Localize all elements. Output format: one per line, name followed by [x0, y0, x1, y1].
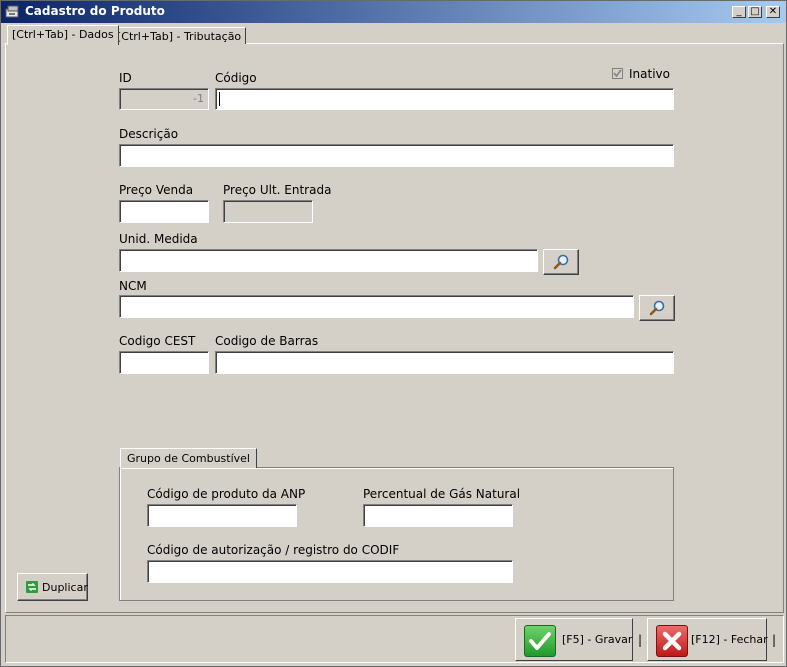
preco-ult-entrada-field: [223, 200, 313, 223]
title-bar[interactable]: Cadastro do Produto _ □ ✕: [1, 1, 786, 23]
combustivel-tab[interactable]: Grupo de Combustível: [120, 448, 257, 468]
window-title: Cadastro do Produto: [25, 4, 165, 18]
codif-input[interactable]: [147, 560, 513, 583]
codif-label: Código de autorização / registro do CODI…: [147, 543, 400, 557]
gravar-label: [F5] - Gravar: [562, 633, 633, 646]
descricao-label: Descrição: [119, 127, 179, 141]
id-field: -1: [119, 88, 209, 110]
inativo-label: Inativo: [629, 67, 670, 81]
descricao-input[interactable]: [119, 144, 674, 167]
tab-tributacao-label: [Ctrl+Tab] - Tributação: [117, 30, 242, 43]
preco-ult-entrada-label: Preço Ult. Entrada: [223, 183, 332, 197]
gas-natural-input[interactable]: [363, 504, 513, 527]
codigo-barras-label: Codigo de Barras: [215, 334, 319, 348]
inativo-checkbox[interactable]: [612, 68, 623, 79]
checkmark-icon: [524, 625, 556, 657]
product-window: Cadastro do Produto _ □ ✕ [Ctrl+Tab] - D…: [0, 0, 787, 667]
separator: |: [772, 633, 777, 647]
duplicate-icon: [26, 581, 38, 593]
close-button[interactable]: ✕: [766, 6, 780, 18]
gas-natural-label: Percentual de Gás Natural: [363, 487, 521, 501]
fechar-button[interactable]: [F12] - Fechar: [647, 618, 768, 661]
magnifier-icon: [553, 254, 569, 270]
minimize-icon: _: [736, 6, 742, 17]
id-value: -1: [193, 92, 204, 105]
preco-venda-input[interactable]: [119, 200, 209, 223]
unid-medida-search-button[interactable]: [543, 249, 579, 275]
codigo-barras-input[interactable]: [215, 351, 674, 374]
gravar-button[interactable]: [F5] - Gravar: [515, 618, 633, 661]
separator: |: [638, 633, 643, 647]
preco-venda-label: Preço Venda: [119, 183, 194, 197]
ncm-search-button[interactable]: [639, 295, 675, 321]
combustivel-tab-label: Grupo de Combustível: [127, 452, 250, 465]
text-cursor: [219, 92, 220, 106]
codigo-cest-input[interactable]: [119, 351, 209, 374]
codigo-cest-label: Codigo CEST: [119, 334, 196, 348]
maximize-button[interactable]: □: [748, 6, 762, 18]
ncm-label: NCM: [119, 279, 147, 293]
tab-tributacao[interactable]: [Ctrl+Tab] - Tributação: [112, 27, 247, 44]
fechar-label: [F12] - Fechar: [691, 633, 768, 646]
duplicar-button[interactable]: Duplicar: [17, 573, 88, 601]
tab-dados[interactable]: [Ctrl+Tab] - Dados: [7, 25, 119, 45]
duplicar-label: Duplicar: [42, 581, 88, 594]
x-mark-icon: [656, 625, 688, 657]
tab-dados-label: [Ctrl+Tab] - Dados: [12, 28, 114, 41]
ncm-input[interactable]: [119, 295, 634, 318]
minimize-button[interactable]: _: [732, 6, 746, 18]
anp-label: Código de produto da ANP: [147, 487, 306, 501]
magnifier-icon: [649, 300, 665, 316]
id-label: ID: [119, 71, 132, 85]
unid-medida-label: Unid. Medida: [119, 232, 198, 246]
anp-input[interactable]: [147, 504, 297, 527]
maximize-icon: □: [750, 6, 760, 17]
unid-medida-input[interactable]: [119, 249, 538, 272]
codigo-label: Código: [215, 71, 257, 85]
close-icon: ✕: [768, 6, 778, 17]
app-icon: [5, 4, 21, 20]
codigo-input[interactable]: [215, 88, 674, 110]
check-mark-icon: [613, 69, 622, 78]
